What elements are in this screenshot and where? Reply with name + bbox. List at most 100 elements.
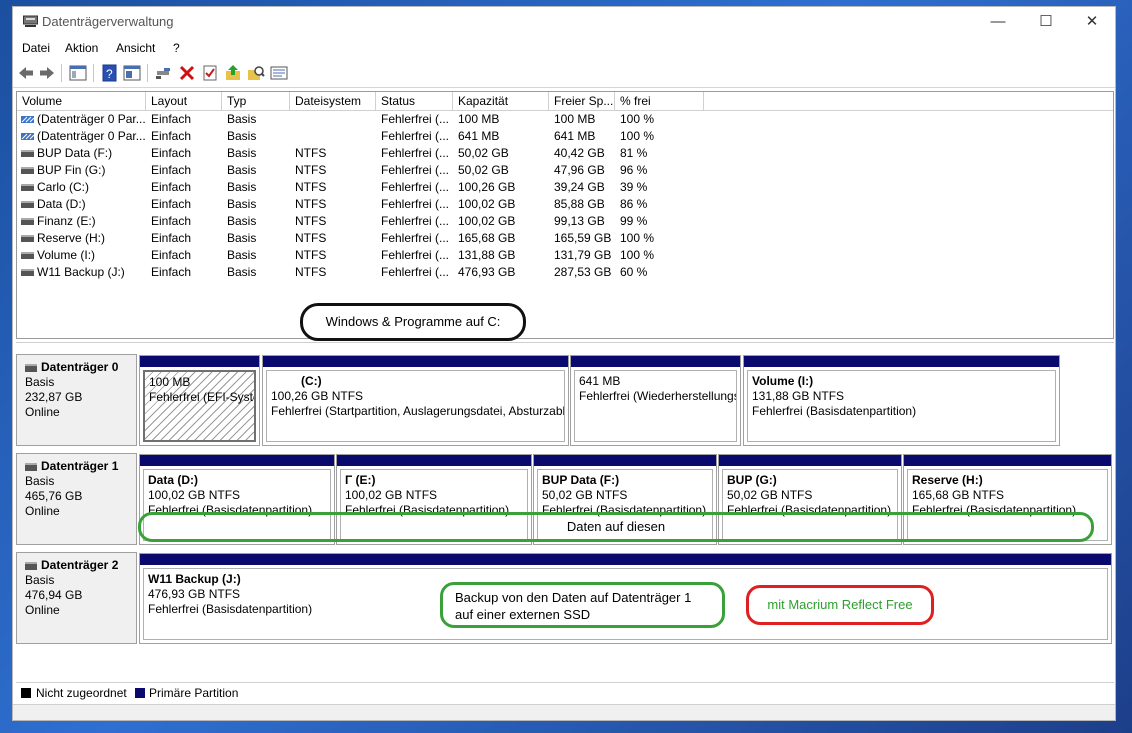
partition-size: 100,02 GB NTFS — [345, 488, 438, 502]
cell-status: Fehlerfrei (... — [381, 129, 450, 143]
partition-c[interactable]: (C:) 100,26 GB NTFS Fehlerfrei (Startpar… — [262, 355, 569, 446]
volume-row[interactable]: Volume (I:) Einfach Basis NTFS Fehlerfrei (.… — [17, 247, 1113, 264]
disk-status: Online — [25, 603, 60, 617]
cell-filesystem: NTFS — [295, 197, 327, 211]
show-hide-console-tree-icon[interactable] — [69, 64, 87, 82]
cell-type: Basis — [227, 129, 257, 143]
disk-row-0: Datenträger 0 Basis 232,87 GB Online 100… — [16, 351, 1114, 446]
cell-status: Fehlerfrei (... — [381, 248, 450, 262]
cell-layout: Einfach — [151, 146, 192, 160]
close-button[interactable]: ✕ — [1069, 7, 1115, 37]
volume-row[interactable]: W11 Backup (J:) Einfach Basis NTFS Fehlerfre… — [17, 264, 1113, 281]
cell-filesystem: NTFS — [295, 248, 327, 262]
column-header-layout[interactable]: Layout — [146, 92, 222, 110]
cell-status: Fehlerfrei (... — [381, 197, 450, 211]
disk-drive-icon — [25, 462, 37, 471]
partition-body: (C:) 100,26 GB NTFS Fehlerfrei (Startpar… — [266, 370, 565, 442]
volume-row[interactable]: (Datenträger 0 Par... Einfach Basis Fehlerf… — [17, 111, 1113, 128]
help-icon[interactable]: ? — [101, 64, 119, 82]
callout-backup-line2: auf einer externen SSD — [455, 607, 591, 622]
partition-title: Volume (I:) — [752, 374, 814, 388]
window-title: Datenträgerverwaltung — [42, 14, 174, 29]
disk-drive-icon — [25, 561, 37, 570]
callout-backup-line1: Backup von den Daten auf Datenträger 1 — [455, 590, 692, 605]
drive-icon — [21, 167, 34, 174]
partition-size: 50,02 GB NTFS — [542, 488, 628, 502]
cell-volume: BUP Data (F:) — [37, 146, 113, 160]
menu-datei[interactable]: Datei — [22, 41, 50, 55]
forward-arrow-icon[interactable] — [38, 64, 56, 82]
cell-type: Basis — [227, 180, 257, 194]
cell-filesystem: NTFS — [295, 163, 327, 177]
menu-ansicht[interactable]: Ansicht — [116, 41, 155, 55]
back-arrow-icon[interactable] — [17, 64, 35, 82]
partition-status: Fehlerfrei (EFI-Systempartition) — [149, 390, 256, 404]
primary-partition-bar — [904, 455, 1111, 466]
disk-type: Basis — [25, 573, 55, 587]
cell-filesystem: NTFS — [295, 146, 327, 160]
list-view-icon[interactable] — [270, 64, 288, 82]
volume-row[interactable]: BUP Fin (G:) Einfach Basis NTFS Fehlerfrei (… — [17, 162, 1113, 179]
volume-row[interactable]: Reserve (H:) Einfach Basis NTFS Fehlerfrei (… — [17, 230, 1113, 247]
menu-aktion[interactable]: Aktion — [65, 41, 98, 55]
volume-row[interactable]: Finanz (E:) Einfach Basis NTFS Fehlerfrei (.… — [17, 213, 1113, 230]
cell-type: Basis — [227, 163, 257, 177]
column-header-status[interactable]: Status — [376, 92, 453, 110]
column-header-filesystem[interactable]: Dateisystem — [290, 92, 376, 110]
column-header-free-space[interactable]: Freier Sp... — [549, 92, 615, 110]
volume-list: Volume Layout Typ Dateisystem Status Kap… — [16, 91, 1114, 339]
cell-free-space: 287,53 GB — [554, 265, 612, 279]
cell-layout: Einfach — [151, 231, 192, 245]
cell-volume: Reserve (H:) — [37, 231, 106, 245]
column-header-volume[interactable]: Volume — [17, 92, 146, 110]
cell-capacity: 131,88 GB — [458, 248, 516, 262]
cell-type: Basis — [227, 197, 257, 211]
cell-free-space: 131,79 GB — [554, 248, 612, 262]
disk-label-1[interactable]: Datenträger 1 Basis 465,76 GB Online — [16, 453, 137, 545]
toolbar: ? — [13, 59, 1115, 88]
cell-free-space: 85,88 GB — [554, 197, 605, 211]
callout-macrium: mit Macrium Reflect Free — [746, 585, 934, 625]
volume-row[interactable]: Data (D:) Einfach Basis NTFS Fehlerfrei (...… — [17, 196, 1113, 213]
volume-row[interactable]: (Datenträger 0 Par... Einfach Basis Fehlerf… — [17, 128, 1113, 145]
folder-up-icon[interactable] — [224, 64, 242, 82]
partition-status: Fehlerfrei (Wiederherstellungspartition) — [579, 389, 736, 403]
checklist-icon[interactable] — [201, 64, 219, 82]
volume-row[interactable]: Carlo (C:) Einfach Basis NTFS Fehlerfrei (..… — [17, 179, 1113, 196]
minimize-button[interactable]: — — [975, 7, 1021, 37]
disk-label-2[interactable]: Datenträger 2 Basis 476,94 GB Online — [16, 552, 137, 644]
disk-size: 476,94 GB — [25, 588, 83, 602]
partition-efi[interactable]: 100 MB Fehlerfrei (EFI-Systempartition) — [139, 355, 260, 446]
disk-label-0[interactable]: Datenträger 0 Basis 232,87 GB Online — [16, 354, 137, 446]
menu-help[interactable]: ? — [173, 41, 180, 55]
column-header-percent-free[interactable]: % frei — [615, 92, 704, 110]
cell-free-space: 100 MB — [554, 112, 596, 126]
delete-icon[interactable] — [178, 64, 196, 82]
cell-percent-free: 100 % — [620, 129, 655, 143]
connect-icon[interactable] — [155, 64, 173, 82]
partition-size: 165,68 GB NTFS — [912, 488, 1005, 502]
cell-volume: Data (D:) — [37, 197, 86, 211]
search-folder-icon[interactable] — [247, 64, 265, 82]
primary-partition-bar — [337, 455, 531, 466]
partition-size: 100 MB — [149, 375, 191, 389]
toolbar-separator — [93, 64, 94, 82]
cell-layout: Einfach — [151, 265, 192, 279]
properties-icon[interactable] — [123, 64, 141, 82]
column-header-type[interactable]: Typ — [222, 92, 290, 110]
partition-size: 100,02 GB NTFS — [148, 488, 241, 502]
legend-unallocated: Nicht zugeordnet — [36, 686, 127, 700]
maximize-button[interactable]: ☐ — [1023, 7, 1069, 37]
partition-body: 641 MB Fehlerfrei (Wiederherstellungspar… — [574, 370, 737, 442]
volume-row[interactable]: BUP Data (F:) Einfach Basis NTFS Fehlerfrei … — [17, 145, 1113, 162]
legend-primary: Primäre Partition — [149, 686, 239, 700]
partition-i[interactable]: Volume (I:) 131,88 GB NTFS Fehlerfrei (B… — [743, 355, 1060, 446]
column-header-capacity[interactable]: Kapazität — [453, 92, 549, 110]
partition-title: (C:) — [301, 374, 322, 388]
primary-partition-bar — [263, 356, 568, 367]
cell-percent-free: 86 % — [620, 197, 648, 211]
partition-title: Reserve (H:) — [912, 473, 983, 487]
primary-partition-bar — [140, 356, 259, 367]
disk-title: Datenträger 2 — [25, 558, 136, 573]
partition-recovery[interactable]: 641 MB Fehlerfrei (Wiederherstellungspar… — [570, 355, 741, 446]
